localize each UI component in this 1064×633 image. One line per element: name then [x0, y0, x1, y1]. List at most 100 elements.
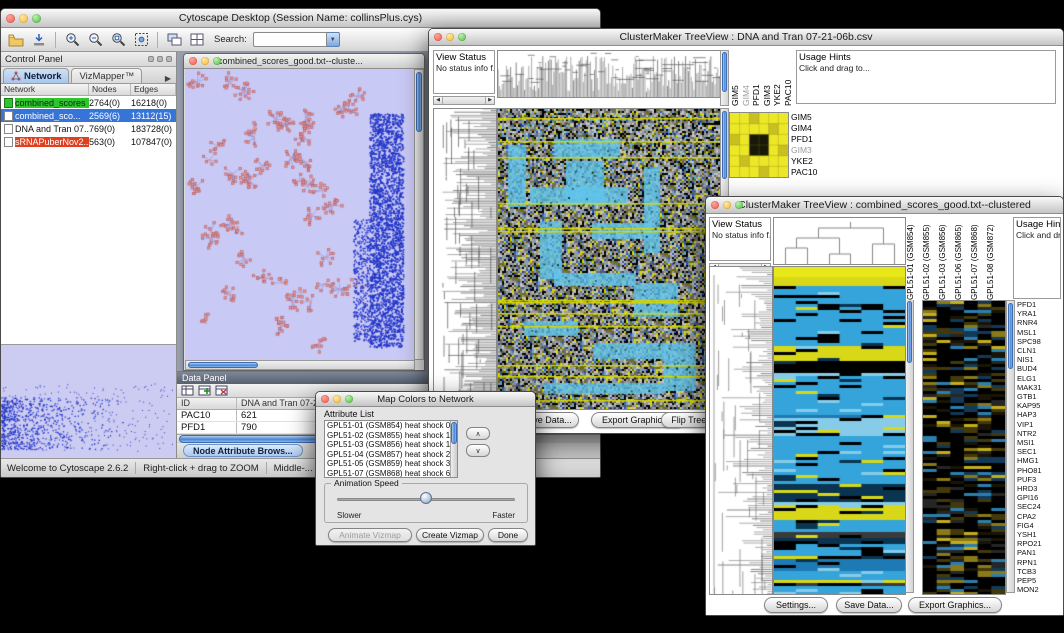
- heatmap-canvas[interactable]: [497, 108, 721, 410]
- zoom-window-button[interactable]: [458, 33, 466, 41]
- network-edges-count: 16218(0): [131, 98, 176, 108]
- column-label: GIM4: [742, 46, 752, 106]
- attribute-list-item[interactable]: GPL51-01 (GSM854) heat shock 05 min: [325, 421, 457, 431]
- zoom-in-button[interactable]: [62, 30, 82, 49]
- main-titlebar[interactable]: Cytoscape Desktop (Session Name: collins…: [1, 9, 600, 28]
- select-attributes-icon[interactable]: [181, 385, 194, 396]
- row-dendrogram-canvas[interactable]: [709, 266, 773, 595]
- network-edges-count: 183728(0): [131, 124, 176, 134]
- minimize-button[interactable]: [446, 33, 454, 41]
- attribute-list-item[interactable]: GPL51-03 (GSM856) heat shock 15 min: [325, 440, 457, 450]
- tab-vizmapper[interactable]: VizMapper™: [71, 68, 142, 83]
- attribute-list-item[interactable]: GPL51-05 (GSM859) heat shock 30 min: [325, 459, 457, 469]
- treeview-combined-titlebar[interactable]: ClusterMaker TreeView : combined_scores_…: [706, 197, 1063, 214]
- animate-vizmap-button[interactable]: Animate Vizmap: [328, 528, 412, 542]
- zoom-window-button[interactable]: [213, 57, 221, 65]
- move-down-button[interactable]: ∨: [466, 444, 490, 457]
- attribute-list-item[interactable]: GPL51-07 (GSM868) heat shock 60 min: [325, 469, 457, 479]
- network-nodes-count: 769(0): [89, 124, 131, 134]
- gene-label: MSI1: [1017, 438, 1061, 447]
- dialog-titlebar[interactable]: Map Colors to Network: [316, 392, 535, 407]
- zoom-window-button[interactable]: [735, 201, 743, 209]
- settings-button[interactable]: Settings...: [764, 597, 828, 613]
- secondary-heatmap-canvas[interactable]: [922, 300, 1006, 595]
- column-id[interactable]: ID: [177, 398, 237, 409]
- network-tree-row[interactable]: combined_sco...2569(6)13112(15): [1, 109, 176, 122]
- column-dendrogram-canvas[interactable]: [773, 217, 906, 265]
- network-view-titlebar[interactable]: combined_scores_good.txt--cluste...: [184, 54, 424, 69]
- usage-hints-title: Usage Hints: [799, 52, 1053, 63]
- network-tree-row[interactable]: sRNAPuberNov2...563(0)107847(0): [1, 135, 176, 148]
- gene-label: SPC98: [1017, 337, 1061, 346]
- minimize-button[interactable]: [19, 14, 28, 23]
- export-graphics-button[interactable]: Export Graphics...: [908, 597, 1002, 613]
- secondary-vscrollbar[interactable]: [1006, 300, 1015, 593]
- close-button[interactable]: [321, 395, 329, 403]
- close-button[interactable]: [189, 57, 197, 65]
- zoom-window-button[interactable]: [32, 14, 41, 23]
- network-overview-panel[interactable]: [1, 344, 176, 458]
- tab-network[interactable]: Network: [3, 68, 69, 83]
- list-scrollbar[interactable]: [450, 421, 457, 477]
- scroll-right-arrow[interactable]: ▶: [485, 97, 494, 104]
- done-button[interactable]: Done: [488, 528, 528, 542]
- search-dropdown-arrow[interactable]: ▼: [327, 32, 340, 47]
- heatmap-vscrollbar[interactable]: [905, 266, 914, 593]
- gene-label: FIG4: [1017, 521, 1061, 530]
- minimize-button[interactable]: [723, 201, 731, 209]
- slider-thumb[interactable]: [420, 492, 432, 504]
- column-network[interactable]: Network: [1, 84, 89, 95]
- gene-label: HMG1: [1017, 456, 1061, 465]
- network-tree-row[interactable]: DNA and Tran 07...769(0)183728(0): [1, 122, 176, 135]
- gene-label: NIS1: [1017, 355, 1061, 364]
- cascade-windows-button[interactable]: [164, 30, 184, 49]
- grid-windows-button[interactable]: [187, 30, 207, 49]
- network-graph-canvas[interactable]: [185, 69, 415, 360]
- minimize-button[interactable]: [201, 57, 209, 65]
- close-button[interactable]: [6, 14, 15, 23]
- mini-hscrollbar[interactable]: ◀▶: [433, 96, 495, 105]
- close-button[interactable]: [434, 33, 442, 41]
- attribute-listbox[interactable]: GPL51-01 (GSM854) heat shock 05 minGPL51…: [324, 420, 458, 478]
- delete-attribute-icon[interactable]: [215, 385, 228, 396]
- zoom-out-button[interactable]: [85, 30, 105, 49]
- tab-overflow-arrow[interactable]: ▶: [165, 74, 174, 83]
- correlation-matrix-canvas[interactable]: [729, 112, 789, 178]
- open-session-button[interactable]: [6, 30, 26, 49]
- network-tree-row[interactable]: combined_scores2764(0)16218(0): [1, 96, 176, 109]
- save-data-button[interactable]: Save Data...: [836, 597, 902, 613]
- move-up-button[interactable]: ∧: [466, 427, 490, 440]
- row-dendrogram-canvas[interactable]: [433, 108, 497, 410]
- panel-dock-controls[interactable]: [148, 56, 172, 62]
- vertical-scrollbar[interactable]: [414, 69, 424, 360]
- search-input[interactable]: [253, 32, 327, 47]
- zoom-fit-button[interactable]: [131, 30, 151, 49]
- horizontal-scrollbar[interactable]: [185, 360, 415, 370]
- column-nodes[interactable]: Nodes: [89, 84, 131, 95]
- cell-id: PFD1: [177, 422, 237, 433]
- import-network-button[interactable]: [29, 30, 49, 49]
- treeview-dna-titlebar[interactable]: ClusterMaker TreeView : DNA and Tran 07-…: [429, 29, 1063, 46]
- heatmap-canvas[interactable]: [773, 266, 906, 595]
- zoom-window-button[interactable]: [345, 395, 353, 403]
- column-edges[interactable]: Edges: [131, 84, 176, 95]
- animation-speed-label: Animation Speed: [331, 478, 402, 488]
- network-overview-canvas[interactable]: [1, 345, 173, 457]
- search-label: Search:: [214, 34, 247, 45]
- zoom-selected-button[interactable]: [108, 30, 128, 49]
- tab-node-attribute-browser[interactable]: Node Attribute Brows...: [183, 444, 303, 457]
- scroll-left-arrow[interactable]: ◀: [434, 97, 443, 104]
- close-button[interactable]: [711, 201, 719, 209]
- column-dendrogram-canvas[interactable]: [497, 50, 721, 98]
- create-attribute-icon[interactable]: [198, 385, 211, 396]
- create-vizmap-button[interactable]: Create Vizmap: [416, 528, 484, 542]
- matrix-row-label: YKE2: [791, 156, 817, 167]
- minimize-button[interactable]: [333, 395, 341, 403]
- matrix-row-label: PAC10: [791, 167, 817, 178]
- animation-speed-group: Animation Speed Slower Faster: [324, 483, 528, 523]
- attribute-list-item[interactable]: GPL51-04 (GSM857) heat shock 20 min: [325, 450, 457, 460]
- control-panel: Control Panel Network VizMapper™ ▶ Netwo…: [1, 52, 177, 458]
- attribute-list-item[interactable]: GPL51-02 (GSM855) heat shock 10 min: [325, 431, 457, 441]
- vertical-scrollbar[interactable]: [720, 50, 729, 106]
- status-hint-pan: Middle-...: [274, 463, 313, 474]
